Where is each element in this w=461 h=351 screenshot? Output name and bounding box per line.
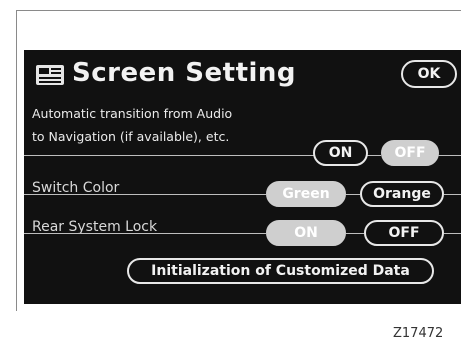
- auto-transition-text-line1: Automatic transition from Audio: [32, 106, 233, 121]
- ok-button[interactable]: OK: [401, 60, 457, 88]
- figure-code: Z17472: [393, 326, 444, 341]
- rear-lock-off-button[interactable]: OFF: [364, 220, 444, 246]
- divider: [24, 155, 314, 156]
- initialize-customized-data-button[interactable]: Initialization of Customized Data: [127, 258, 434, 284]
- green-color-button[interactable]: Green: [266, 181, 346, 207]
- divider: [24, 233, 266, 234]
- auto-transition-text-line2: to Navigation (if available), etc.: [32, 129, 230, 144]
- page-title: Screen Setting: [72, 58, 297, 88]
- divider: [346, 194, 360, 195]
- screen-settings-icon: [36, 65, 64, 85]
- divider: [444, 194, 461, 195]
- auto-transition-off-button[interactable]: OFF: [381, 140, 439, 166]
- orange-color-button[interactable]: Orange: [360, 181, 444, 207]
- divider: [346, 233, 364, 234]
- auto-transition-on-button[interactable]: ON: [313, 140, 368, 166]
- divider: [367, 155, 381, 156]
- divider: [24, 194, 266, 195]
- rear-lock-on-button[interactable]: ON: [266, 220, 346, 246]
- divider: [438, 155, 461, 156]
- divider: [444, 233, 461, 234]
